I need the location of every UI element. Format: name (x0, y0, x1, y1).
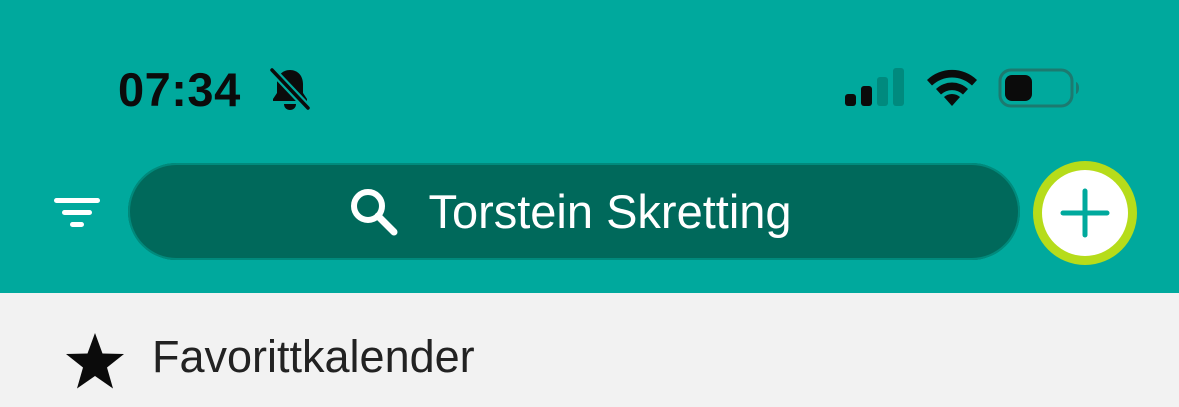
list-item-favorite-calendar[interactable]: Favorittkalender (0, 293, 1179, 407)
bell-slash-icon (268, 66, 312, 112)
search-icon (351, 188, 398, 235)
battery-low-icon (998, 68, 1079, 108)
search-value: Torstein Skretting (428, 184, 792, 238)
add-button-face (1042, 170, 1128, 256)
list-item-label: Favorittkalender (152, 331, 475, 382)
filter-button[interactable] (50, 190, 106, 234)
cellular-signal-icon (845, 68, 904, 106)
status-time: 07:34 (118, 63, 241, 116)
plus-icon (1060, 188, 1110, 238)
wifi-icon (927, 69, 977, 106)
add-button[interactable] (1033, 161, 1137, 265)
app-header: 07:34 Torstein Skretting (0, 0, 1179, 293)
search-input[interactable]: Torstein Skretting (128, 163, 1020, 260)
star-icon (66, 333, 124, 389)
